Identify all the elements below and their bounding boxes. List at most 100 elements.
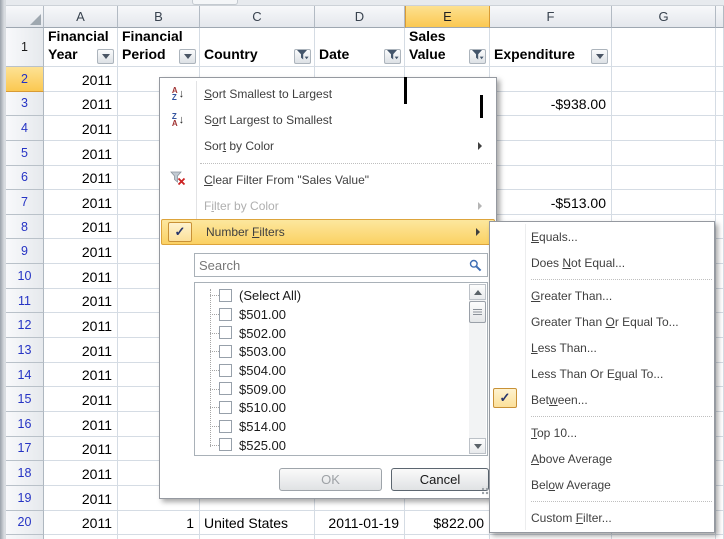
checkbox[interactable] <box>219 401 232 414</box>
list-item[interactable]: $514.00 <box>195 417 469 436</box>
header-cell-B[interactable]: Financial Period <box>118 28 200 67</box>
header-cell-G[interactable] <box>612 28 716 67</box>
row-header-16[interactable]: 16 <box>6 412 44 437</box>
row-header-8[interactable]: 8 <box>6 215 44 240</box>
submenu-item-between[interactable]: ✓Between... <box>490 387 714 413</box>
row-header-2[interactable]: 2 <box>6 67 44 92</box>
cell-G21[interactable] <box>612 535 716 539</box>
cell-F4[interactable] <box>490 116 612 141</box>
cell-A7[interactable]: 2011 <box>44 190 118 215</box>
column-header-E[interactable]: E <box>405 5 490 28</box>
column-header-F[interactable]: F <box>490 5 612 28</box>
checkbox[interactable] <box>219 308 232 321</box>
cell-A3[interactable]: 2011 <box>44 92 118 117</box>
submenu-item-less-than[interactable]: Less Than... <box>490 335 714 361</box>
cell-A15[interactable]: 2011 <box>44 387 118 412</box>
list-item[interactable]: $525.00 <box>195 436 469 455</box>
submenu-item-top-10[interactable]: Top 10... <box>490 420 714 446</box>
row-header-13[interactable]: 13 <box>6 338 44 363</box>
menu-item-clear-filter-from-sales-value[interactable]: Clear Filter From "Sales Value" <box>160 167 496 193</box>
ok-button[interactable]: OK <box>279 468 382 491</box>
row-header-11[interactable]: 11 <box>6 289 44 314</box>
cell-G7[interactable] <box>612 190 716 215</box>
cell-C21[interactable] <box>200 535 315 539</box>
cell-F5[interactable] <box>490 141 612 166</box>
cell-A8[interactable]: 2011 <box>44 215 118 240</box>
cell-A5[interactable]: 2011 <box>44 141 118 166</box>
row-header-5[interactable]: 5 <box>6 141 44 166</box>
header-cell-F[interactable]: Expenditure <box>490 28 612 67</box>
checkbox[interactable] <box>219 345 232 358</box>
cell-G6[interactable] <box>612 166 716 191</box>
row-header-6[interactable]: 6 <box>6 166 44 191</box>
row-header-3[interactable]: 3 <box>6 92 44 117</box>
checkbox[interactable] <box>219 382 232 395</box>
cancel-button[interactable]: Cancel <box>391 468 489 491</box>
header-cell-E[interactable]: Sales Value <box>405 28 490 67</box>
checkbox[interactable] <box>219 438 232 451</box>
row-header-9[interactable]: 9 <box>6 239 44 264</box>
list-item[interactable]: $510.00 <box>195 398 469 417</box>
select-all-corner[interactable] <box>6 5 44 28</box>
submenu-item-less-than-or-equal-to[interactable]: Less Than Or Equal To... <box>490 361 714 387</box>
cell-A9[interactable]: 2011 <box>44 239 118 264</box>
cell-A14[interactable]: 2011 <box>44 363 118 388</box>
filter-button-E[interactable] <box>469 49 486 64</box>
cell-A4[interactable]: 2011 <box>44 116 118 141</box>
cell-A20[interactable]: 2011 <box>44 511 118 536</box>
column-header-D[interactable]: D <box>315 5 405 28</box>
row-header-14[interactable]: 14 <box>6 363 44 388</box>
cell-A10[interactable]: 2011 <box>44 264 118 289</box>
cell-B20[interactable]: 1 <box>118 511 200 536</box>
cell-F7[interactable]: -$513.00 <box>490 190 612 215</box>
filter-button-F[interactable] <box>591 49 608 64</box>
header-cell-D[interactable]: Date <box>315 28 405 67</box>
cell-A13[interactable]: 2011 <box>44 338 118 363</box>
menu-item-sort-smallest-to-largest[interactable]: AZ↓Sort Smallest to Largest <box>160 81 496 107</box>
search-icon[interactable] <box>469 259 482 272</box>
filter-button-A[interactable] <box>97 49 114 64</box>
list-item[interactable]: (Select All) <box>195 286 469 305</box>
row-header-4[interactable]: 4 <box>6 116 44 141</box>
submenu-item-greater-than[interactable]: Greater Than... <box>490 283 714 309</box>
cell-A12[interactable]: 2011 <box>44 313 118 338</box>
submenu-item-above-average[interactable]: Above Average <box>490 446 714 472</box>
column-header-A[interactable]: A <box>44 5 118 28</box>
header-cell-C[interactable]: Country <box>200 28 315 67</box>
list-item[interactable]: $501.00 <box>195 305 469 324</box>
cell-A21[interactable] <box>44 535 118 539</box>
row-header-21[interactable] <box>6 535 44 539</box>
cell-D21[interactable] <box>315 535 405 539</box>
search-input[interactable] <box>195 258 469 273</box>
list-scrollbar[interactable] <box>469 284 486 454</box>
cell-G4[interactable] <box>612 116 716 141</box>
checkbox[interactable] <box>219 289 232 302</box>
scroll-down-button[interactable] <box>469 438 486 454</box>
submenu-item-greater-than-or-equal-to[interactable]: Greater Than Or Equal To... <box>490 309 714 335</box>
submenu-item-equals[interactable]: Equals... <box>490 224 714 250</box>
row-header-1[interactable]: 1 <box>6 28 44 67</box>
cell-E20[interactable]: $822.00 <box>405 511 490 536</box>
filter-button-C[interactable] <box>294 49 311 64</box>
cell-F3[interactable]: -$938.00 <box>490 92 612 117</box>
cell-F21[interactable] <box>490 535 612 539</box>
menu-item-number-filters[interactable]: ✓Number Filters <box>161 219 495 245</box>
submenu-item-below-average[interactable]: Below Average <box>490 472 714 498</box>
header-cell-A[interactable]: Financial Year <box>44 28 118 67</box>
menu-item-sort-by-color[interactable]: Sort by Color <box>160 133 496 159</box>
column-header-B[interactable]: B <box>118 5 200 28</box>
cell-A6[interactable]: 2011 <box>44 166 118 191</box>
row-header-19[interactable]: 19 <box>6 486 44 511</box>
cell-B21[interactable] <box>118 535 200 539</box>
checkbox[interactable] <box>219 364 232 377</box>
row-header-20[interactable]: 20 <box>6 511 44 536</box>
menu-item-sort-largest-to-smallest[interactable]: ZA↓Sort Largest to Smallest <box>160 107 496 133</box>
column-header-C[interactable]: C <box>200 5 315 28</box>
column-header-G[interactable]: G <box>612 5 716 28</box>
cell-G3[interactable] <box>612 92 716 117</box>
cell-A2[interactable]: 2011 <box>44 67 118 92</box>
row-header-18[interactable]: 18 <box>6 461 44 486</box>
cell-G2[interactable] <box>612 67 716 92</box>
scrollbar-thumb[interactable] <box>469 301 486 323</box>
cell-A16[interactable]: 2011 <box>44 412 118 437</box>
